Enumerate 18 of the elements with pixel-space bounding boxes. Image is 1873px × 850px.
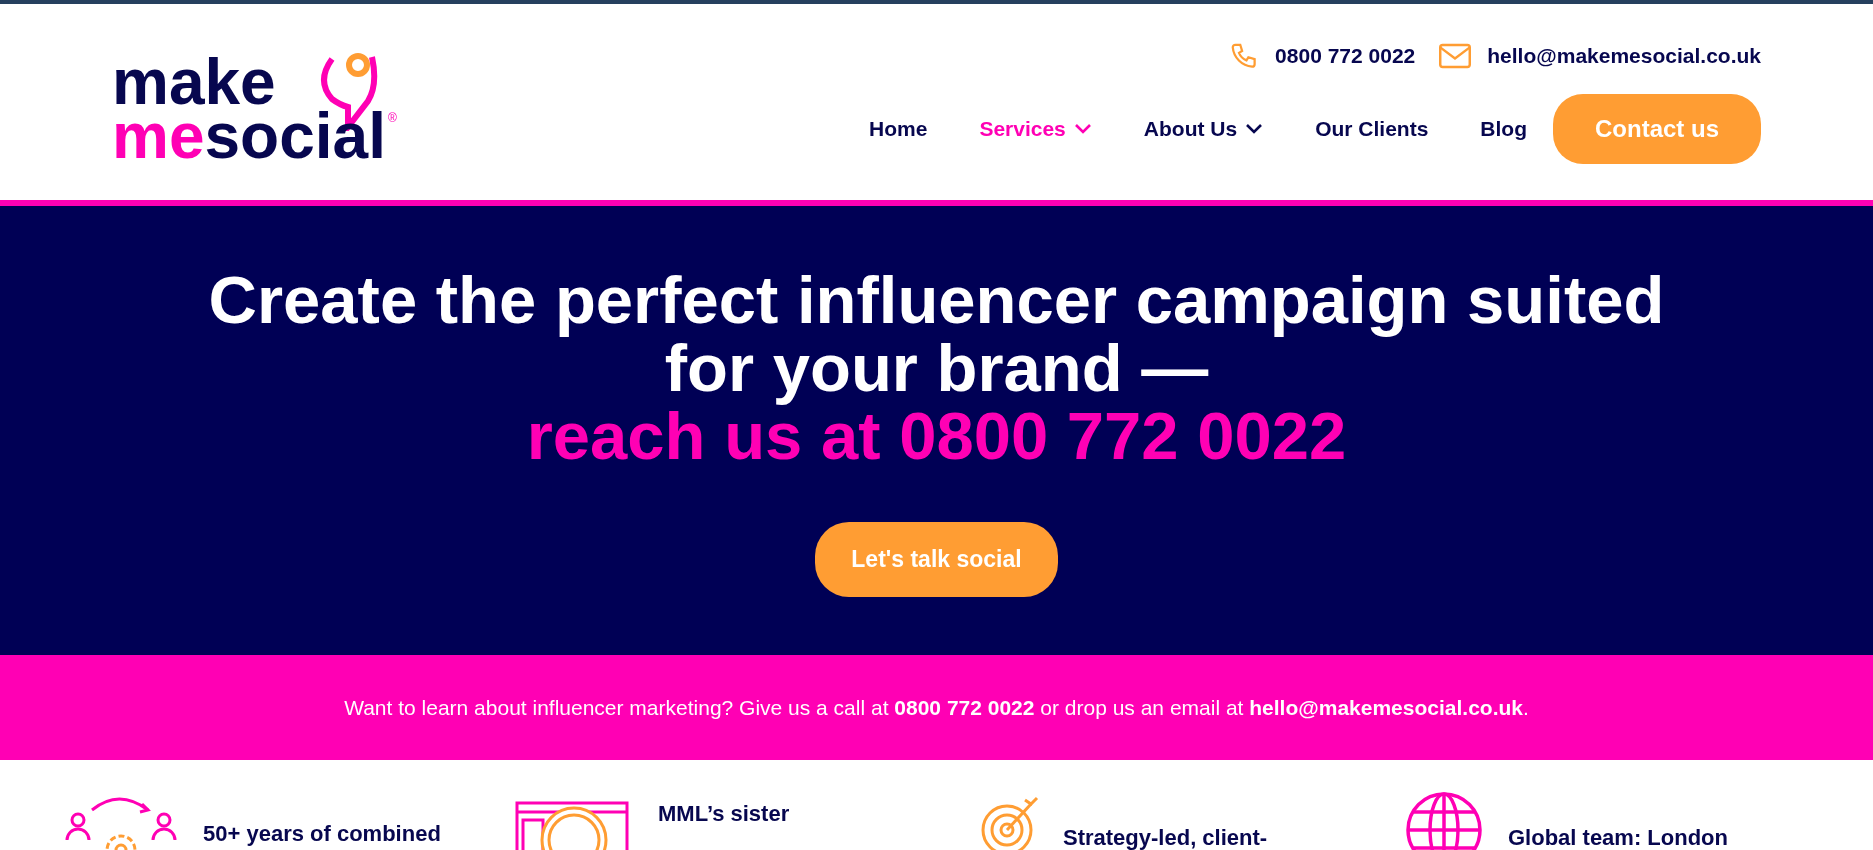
envelope-icon: [1439, 43, 1472, 69]
nav-link[interactable]: Blog: [1480, 113, 1527, 145]
hero-heading: Create the perfect influencer campaign suited for your brand — reach us at 0800 772 0022: [207, 266, 1666, 470]
nav-link[interactable]: About Us: [1143, 113, 1264, 145]
logo-text: social: [204, 109, 386, 163]
nav-link[interactable]: Services: [979, 113, 1092, 145]
logo-text: me: [112, 109, 205, 163]
feature-text: MML’s sister: [658, 800, 790, 828]
feature-text: 50+ years of combined: [203, 820, 441, 848]
email-link[interactable]: hello@makemesocial.co.uk: [1487, 40, 1761, 72]
feature-text: Strategy-led, client-: [1063, 824, 1268, 850]
phone-link[interactable]: 0800 772 0022: [1275, 40, 1416, 72]
banner-text: Want to learn about influencer marketing? Give us a call at 0800 772 0022 or drop us an email at hello@makemesocial.co.uk.: [344, 694, 1529, 721]
nav-link[interactable]: Home: [869, 113, 928, 145]
nav-link[interactable]: Our Clients: [1315, 113, 1429, 145]
registered-mark: ®: [387, 110, 397, 127]
logo-text: make: [112, 55, 276, 109]
feature-text: Global team: London: [1508, 824, 1728, 850]
